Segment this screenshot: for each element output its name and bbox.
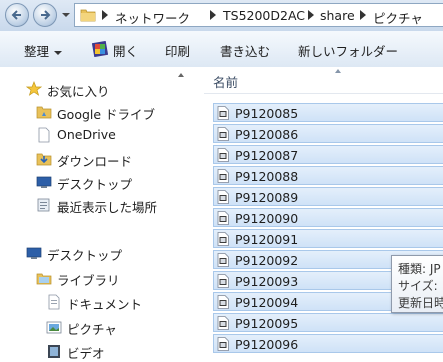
file-name: P9120085 [235, 106, 299, 121]
desktop-icon [36, 176, 52, 188]
navigation-pane: お気に入り Google ドライブ OneDrive ダウンロード デスクトップ… [0, 67, 197, 361]
file-name: P9120095 [235, 316, 299, 331]
chevron-down-icon [54, 50, 63, 55]
nav-label: Google ドライブ [57, 107, 156, 122]
file-row[interactable]: P9120087 [213, 145, 443, 164]
file-name: P9120086 [235, 127, 299, 142]
nav-label: デスクトップ [57, 177, 133, 192]
file-row[interactable]: P9120096 [213, 334, 443, 353]
column-header: 名前 [204, 67, 443, 94]
file-row[interactable]: P9120085 [213, 103, 443, 122]
breadcrumb-share[interactable]: share [320, 8, 355, 23]
file-row[interactable]: P9120095 [213, 313, 443, 332]
breadcrumb-server[interactable]: TS5200D2AC [223, 8, 305, 23]
file-name: P9120092 [235, 253, 299, 268]
nav-label: ピクチャ [67, 322, 117, 337]
folder-icon [80, 9, 96, 22]
breadcrumb-pictures[interactable]: ピクチャ [373, 8, 423, 27]
address-bar: ネットワーク TS5200D2AC share ピクチャ [0, 0, 443, 32]
pictures-icon [46, 321, 62, 334]
file-row[interactable]: P9120086 [213, 124, 443, 143]
documents-icon [48, 294, 60, 310]
file-name: P9120091 [235, 232, 299, 247]
nav-label: ライブラリ [57, 273, 120, 288]
file-name: P9120088 [235, 169, 299, 184]
image-file-icon [217, 211, 229, 225]
file-row[interactable]: P9120091 [213, 229, 443, 248]
file-row[interactable]: P9120090 [213, 208, 443, 227]
file-row[interactable]: P9120089 [213, 187, 443, 206]
breadcrumb-arrow-icon[interactable] [360, 10, 366, 20]
libraries-icon [36, 273, 52, 285]
image-file-icon [217, 127, 229, 141]
forward-button[interactable] [33, 3, 57, 27]
downloads-folder-icon [36, 153, 52, 166]
scroll-up-icon[interactable] [178, 73, 184, 77]
file-name: P9120096 [235, 337, 299, 352]
nav-label: デスクトップ [47, 248, 123, 263]
image-file-icon [217, 106, 229, 120]
burn-button[interactable]: 書き込む [220, 41, 270, 60]
nav-label: ドキュメント [67, 297, 143, 312]
image-file-icon [217, 253, 229, 267]
google-drive-folder-icon [36, 106, 52, 119]
nav-label: お気に入り [47, 84, 110, 99]
file-name: P9120089 [235, 190, 299, 205]
nav-label: OneDrive [57, 127, 116, 142]
file-name: P9120090 [235, 211, 299, 226]
image-file-icon [217, 295, 229, 309]
file-name: P9120094 [235, 295, 299, 310]
breadcrumb-arrow-icon[interactable] [210, 10, 216, 20]
column-name-header[interactable]: 名前 [213, 72, 238, 91]
recent-pages-dropdown-icon[interactable] [61, 10, 71, 20]
nav-label: 最近表示した場所 [57, 200, 158, 215]
open-label: 開く [113, 44, 139, 59]
tooltip-modified: 更新日時 [398, 296, 443, 310]
image-file-icon [217, 316, 229, 330]
file-name: P9120087 [235, 148, 299, 163]
print-button[interactable]: 印刷 [165, 41, 190, 60]
recent-places-icon [37, 198, 50, 212]
organize-label: 整理 [24, 44, 50, 59]
pane-splitter[interactable] [196, 67, 204, 360]
image-file-icon [217, 232, 229, 246]
open-button[interactable]: 開く [113, 41, 138, 60]
forward-arrow-icon [41, 10, 51, 20]
nav-label: ダウンロード [57, 154, 133, 169]
star-icon [26, 81, 42, 96]
desktop-icon [26, 247, 42, 259]
document-icon [38, 127, 50, 143]
organize-button[interactable]: 整理 [24, 41, 63, 60]
image-file-icon [217, 337, 229, 351]
sort-ascending-icon [335, 69, 341, 73]
address-field[interactable]: ネットワーク TS5200D2AC share ピクチャ [74, 3, 443, 27]
command-bar: 整理 開く 印刷 書き込む 新しいフォルダー [0, 31, 443, 68]
tooltip-size: サイズ: [398, 279, 438, 293]
tooltip-type: 種類: JP [398, 262, 441, 276]
image-file-icon [217, 190, 229, 204]
new-folder-button[interactable]: 新しいフォルダー [298, 41, 398, 60]
breadcrumb-arrow-icon[interactable] [308, 10, 314, 20]
image-file-icon [217, 148, 229, 162]
image-file-icon [217, 274, 229, 288]
file-info-tooltip: 種類: JP サイズ: 更新日時 [391, 255, 443, 313]
file-name: P9120093 [235, 274, 299, 289]
image-file-icon [217, 169, 229, 183]
nav-label: ビデオ [67, 346, 105, 361]
file-list: 名前 P9120085 P9120086 P9120087 P9120088 P9120… [204, 67, 443, 360]
file-row[interactable]: P9120088 [213, 166, 443, 185]
back-arrow-icon [11, 10, 21, 20]
videos-icon [48, 345, 60, 358]
image-viewer-icon [92, 41, 108, 57]
back-button[interactable] [5, 3, 29, 27]
breadcrumb-arrow-icon[interactable] [102, 10, 108, 20]
breadcrumb-network[interactable]: ネットワーク [115, 8, 190, 27]
